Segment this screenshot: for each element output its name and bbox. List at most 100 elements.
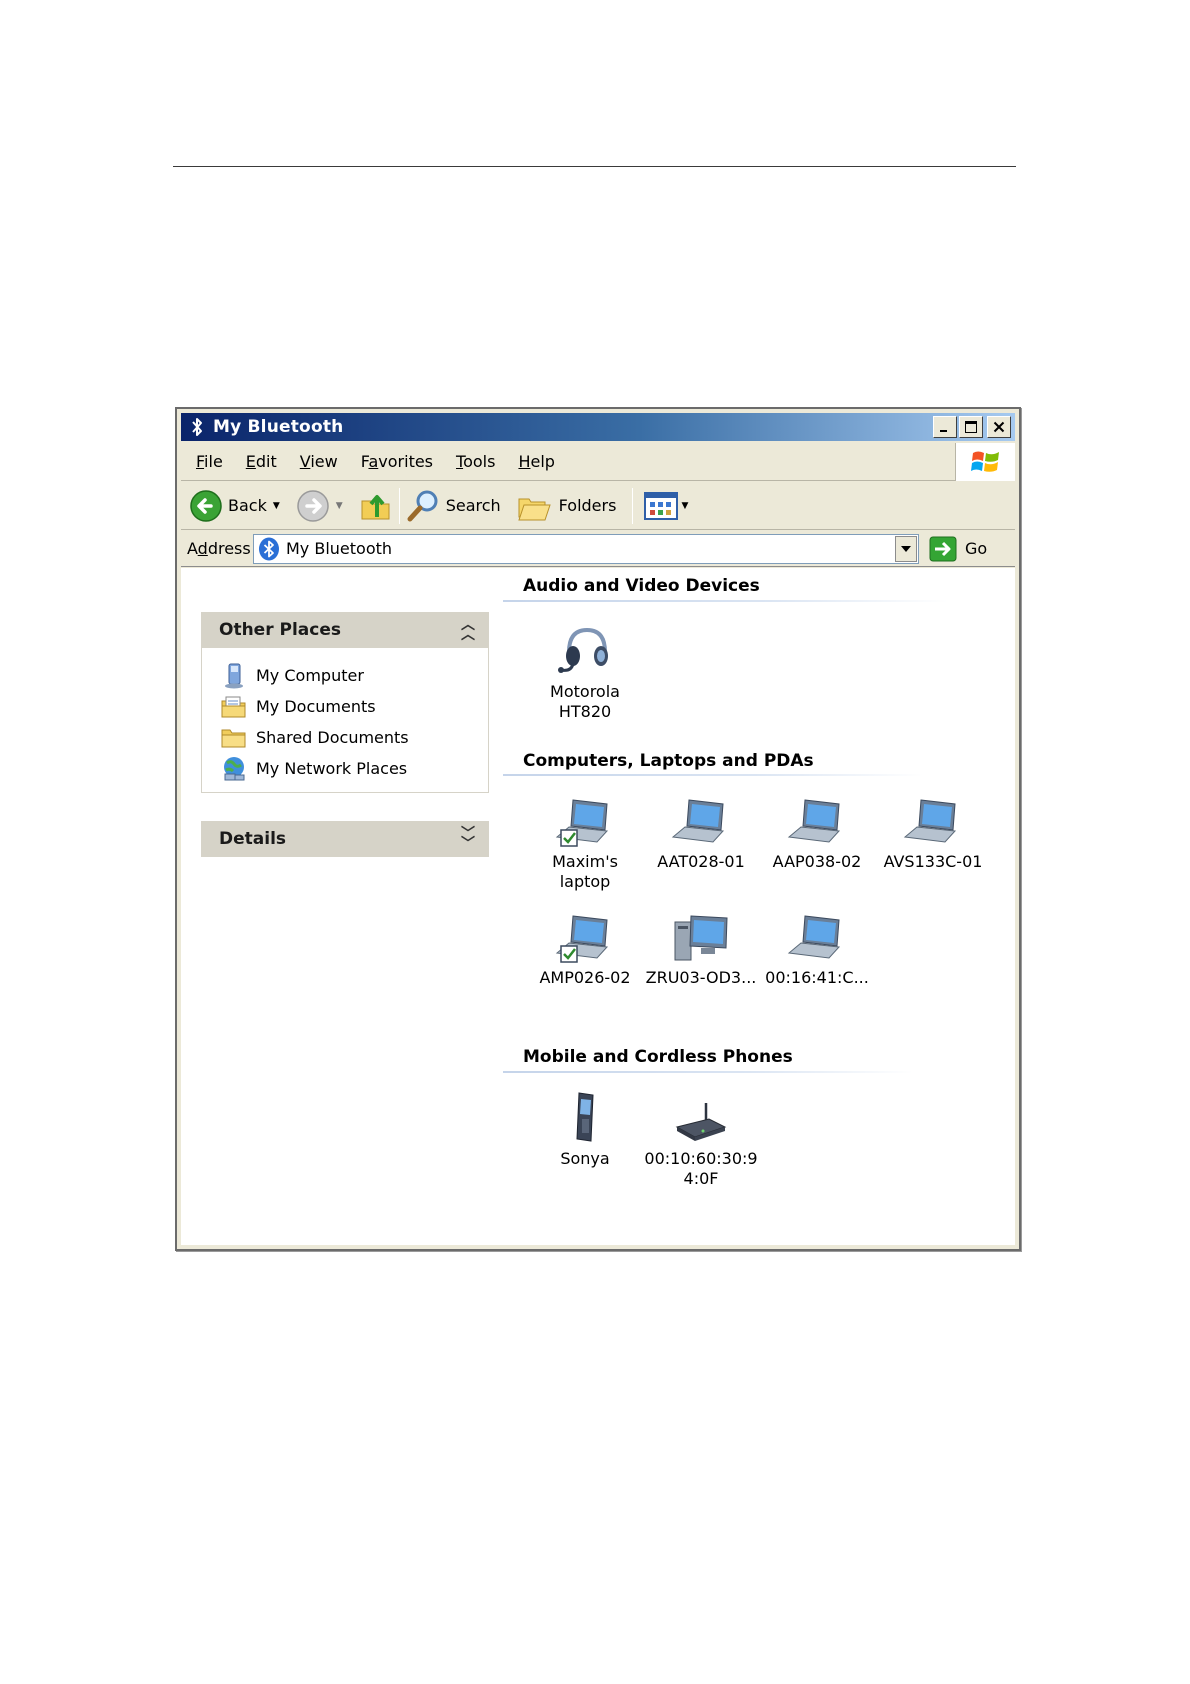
page-rule (173, 166, 1016, 167)
details-title: Details (219, 829, 287, 849)
device-item[interactable]: Motorola HT820 (527, 618, 643, 722)
folders-icon (517, 498, 551, 520)
up-folder-button[interactable] (359, 489, 393, 523)
place-label: My Documents (256, 697, 376, 716)
folders-button[interactable]: Folders (517, 489, 617, 523)
search-button[interactable]: Search (406, 488, 501, 524)
place-label: Shared Documents (256, 728, 409, 747)
device-label: Sonya (560, 1149, 610, 1168)
forward-arrow-icon (297, 489, 329, 522)
laptop-paired-icon (527, 904, 643, 964)
device-label: Maxim's laptop (552, 852, 618, 891)
device-item[interactable]: AMP026-02 (527, 904, 643, 988)
address-value: My Bluetooth (286, 539, 393, 558)
device-label: 00:16:41:C... (765, 968, 869, 987)
details-header[interactable]: Details ﹀ ﹀ (201, 821, 489, 857)
expand-chevron-icon[interactable]: ﹀ ﹀ (461, 827, 475, 851)
close-button[interactable] (987, 416, 1011, 438)
bluetooth-icon (187, 416, 207, 438)
device-item[interactable]: Sonya (527, 1085, 643, 1169)
place-my-computer[interactable]: My Computer (220, 660, 488, 691)
go-button[interactable]: Go (929, 536, 987, 562)
device-item[interactable]: Maxim's laptop (527, 788, 643, 892)
menu-tools[interactable]: Tools (456, 452, 495, 471)
place-my-network-places[interactable]: My Network Places (220, 753, 488, 784)
device-item[interactable]: 00:16:41:C... (759, 904, 875, 988)
place-label: My Computer (256, 666, 364, 685)
menu-bar: File Edit View Favorites Tools Help (181, 443, 1015, 481)
device-item[interactable]: AAP038-02 (759, 788, 875, 872)
address-bar: Address My Bluetooth Go (181, 531, 1015, 567)
other-places-title: Other Places (219, 620, 341, 640)
menu-favorites[interactable]: Favorites (361, 452, 433, 471)
caption-buttons (933, 416, 1011, 438)
device-label: AAP038-02 (772, 852, 862, 871)
windows-logo-icon (955, 443, 1015, 481)
chevron-down-icon (901, 545, 911, 552)
laptop-icon (759, 788, 875, 848)
menu-help[interactable]: Help (518, 452, 554, 471)
device-label: Motorola (550, 682, 620, 701)
place-shared-documents[interactable]: Shared Documents (220, 722, 488, 753)
desktop-icon (643, 904, 759, 964)
group-title-phones: Mobile and Cordless Phones (523, 1047, 793, 1067)
menu-view[interactable]: View (300, 452, 338, 471)
maximize-button[interactable] (959, 416, 983, 438)
minimize-icon (940, 430, 947, 432)
up-folder-icon (361, 494, 390, 519)
device-label: AAT028-01 (657, 852, 745, 871)
window-title: My Bluetooth (213, 417, 344, 437)
back-arrow-icon (190, 489, 222, 522)
device-label-line2: HT820 (558, 702, 612, 721)
laptop-icon (875, 788, 991, 848)
menu-file[interactable]: File (196, 452, 223, 471)
group-divider (503, 1071, 913, 1073)
back-label: Back (228, 496, 267, 515)
address-dropdown-button[interactable] (895, 535, 917, 562)
views-icon (644, 491, 679, 520)
network-icon (220, 756, 248, 782)
maximize-icon (965, 421, 977, 433)
group-divider (503, 774, 923, 776)
address-input[interactable]: My Bluetooth (253, 533, 919, 564)
other-places-header[interactable]: Other Places ︿ ︿ (201, 612, 489, 648)
headset-icon (527, 618, 643, 678)
computer-icon (220, 663, 248, 689)
device-item[interactable]: AAT028-01 (643, 788, 759, 872)
search-icon (407, 490, 438, 521)
device-item[interactable]: ZRU03-OD3... (643, 904, 759, 988)
views-button[interactable]: ▼ (643, 491, 688, 521)
device-label-line2: 4:0F (683, 1169, 719, 1188)
minimize-button[interactable] (933, 416, 957, 438)
back-button[interactable]: Back ▼ (189, 489, 280, 523)
laptop-icon (643, 788, 759, 848)
toolbar-separator (632, 487, 634, 524)
go-arrow-icon (929, 536, 957, 561)
menu-edit[interactable]: Edit (246, 452, 277, 471)
device-item[interactable]: AVS133C-01 (875, 788, 991, 872)
collapse-chevron-icon[interactable]: ︿ ︿ (461, 618, 475, 642)
device-label: AMP026-02 (539, 968, 631, 987)
other-places-list: My Computer My Documents Shared Document… (201, 648, 489, 793)
bluetooth-icon (259, 537, 279, 560)
device-label: ZRU03-OD3... (645, 968, 757, 987)
documents-icon (220, 694, 248, 720)
views-dropdown-icon[interactable]: ▼ (681, 501, 688, 511)
back-dropdown-icon[interactable]: ▼ (273, 501, 280, 511)
close-icon (993, 421, 1005, 433)
device-item[interactable]: 00:10:60:30:9 4:0F (643, 1085, 759, 1189)
address-label: Address (187, 539, 251, 558)
folders-label: Folders (558, 496, 617, 515)
forward-dropdown-icon[interactable]: ▼ (336, 501, 343, 511)
place-label: My Network Places (256, 759, 408, 778)
details-panel: Details ﹀ ﹀ (201, 821, 489, 857)
toolbar-separator (398, 487, 400, 524)
search-label: Search (445, 496, 501, 515)
folder-icon (220, 725, 248, 751)
forward-button[interactable]: ▼ (296, 489, 343, 523)
laptop-paired-icon (527, 788, 643, 848)
device-label: AVS133C-01 (883, 852, 983, 871)
title-bar[interactable]: My Bluetooth (181, 413, 1015, 441)
go-label: Go (965, 539, 988, 558)
place-my-documents[interactable]: My Documents (220, 691, 488, 722)
